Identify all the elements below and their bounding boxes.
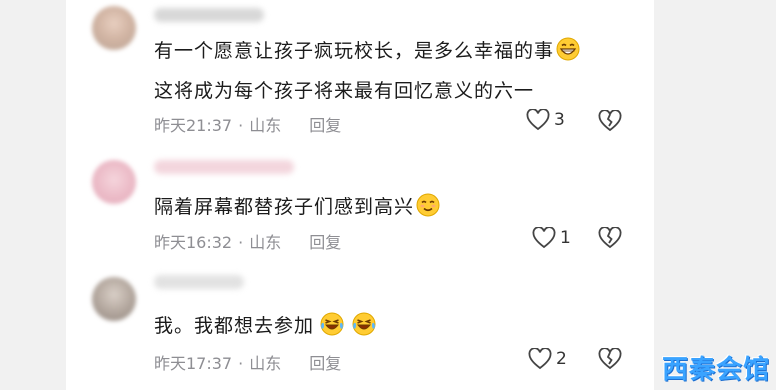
username-blurred[interactable] bbox=[154, 8, 264, 22]
reply-button[interactable]: 回复 bbox=[309, 112, 341, 136]
dislike-button[interactable] bbox=[598, 226, 622, 253]
separator-dot: · bbox=[238, 233, 244, 252]
comment-item: 隔着屏幕都替孩子们感到高兴 昨天16:32 · 山东 回复 1 bbox=[66, 150, 654, 265]
broken-heart-outline-icon bbox=[598, 226, 622, 249]
avatar[interactable] bbox=[92, 6, 136, 50]
comment-text-line: 我。我都想去参加 bbox=[154, 311, 376, 338]
comment-time: 昨天17:37 bbox=[154, 354, 233, 373]
comment-location: 山东 bbox=[249, 116, 282, 135]
separator-dot: · bbox=[238, 116, 244, 135]
avatar[interactable] bbox=[92, 160, 136, 204]
comment-location: 山东 bbox=[249, 233, 282, 252]
dislike-button[interactable] bbox=[598, 347, 622, 374]
left-margin bbox=[0, 0, 66, 390]
laughing-crying-emoji-icon bbox=[352, 312, 376, 336]
broken-heart-outline-icon bbox=[598, 347, 622, 370]
dislike-button[interactable] bbox=[598, 109, 622, 136]
watermark-logo: 西秦会馆 bbox=[661, 355, 770, 385]
username-blurred[interactable] bbox=[154, 275, 244, 289]
comment-item: 有一个愿意让孩子疯玩校长，是多么幸福的事 这将成为每个孩子将来最有回忆意义的六一… bbox=[66, 0, 654, 150]
comment-meta: 昨天16:32 · 山东 回复 bbox=[154, 229, 341, 253]
comment-time: 昨天16:32 bbox=[154, 233, 233, 252]
comment-time: 昨天21:37 bbox=[154, 116, 233, 135]
like-count: 3 bbox=[554, 110, 565, 130]
like-button[interactable]: 2 bbox=[528, 348, 567, 370]
comment-item: 我。我都想去参加 昨天17:37 · 山东 回复 2 bbox=[66, 265, 654, 390]
like-button[interactable]: 1 bbox=[532, 227, 571, 249]
comment-text-line: 这将成为每个孩子将来最有回忆意义的六一 bbox=[154, 80, 535, 102]
like-count: 1 bbox=[560, 228, 571, 248]
username-blurred[interactable] bbox=[154, 160, 294, 174]
reply-button[interactable]: 回复 bbox=[309, 229, 341, 253]
comment-list-page: 有一个愿意让孩子疯玩校长，是多么幸福的事 这将成为每个孩子将来最有回忆意义的六一… bbox=[0, 0, 776, 390]
right-margin bbox=[654, 0, 776, 390]
heart-outline-icon bbox=[526, 109, 550, 131]
heart-outline-icon bbox=[528, 348, 552, 370]
laughing-crying-emoji-icon bbox=[320, 312, 344, 336]
grinning-emoji-icon bbox=[556, 37, 580, 61]
comment-text-line: 有一个愿意让孩子疯玩校长，是多么幸福的事 bbox=[154, 36, 580, 63]
heart-outline-icon bbox=[532, 227, 556, 249]
smiling-emoji-icon bbox=[416, 193, 440, 217]
avatar[interactable] bbox=[92, 277, 136, 321]
reply-button[interactable]: 回复 bbox=[309, 350, 341, 374]
comment-text-line: 隔着屏幕都替孩子们感到高兴 bbox=[154, 192, 440, 219]
comment-location: 山东 bbox=[249, 354, 282, 373]
like-button[interactable]: 3 bbox=[526, 109, 565, 131]
comment-meta: 昨天21:37 · 山东 回复 bbox=[154, 112, 341, 136]
broken-heart-outline-icon bbox=[598, 109, 622, 132]
separator-dot: · bbox=[238, 354, 244, 373]
comment-meta: 昨天17:37 · 山东 回复 bbox=[154, 350, 341, 374]
like-count: 2 bbox=[556, 349, 567, 369]
